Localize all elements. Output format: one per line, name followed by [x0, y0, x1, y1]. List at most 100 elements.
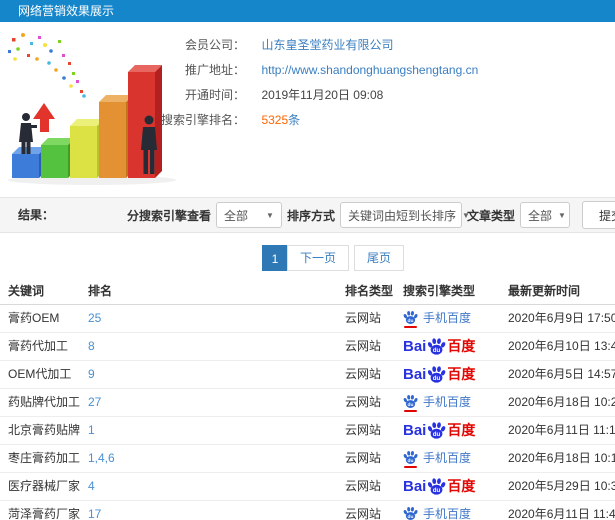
keyword-cell: OEM代加工 — [8, 367, 72, 381]
article-type-value: 全部 — [527, 208, 552, 223]
rank-cell[interactable]: 8 — [88, 333, 95, 360]
baidu-paw-icon: du — [403, 394, 418, 412]
pagination-next-button[interactable]: 下一页 — [287, 245, 350, 271]
keyword-cell: 膏药代加工 — [8, 339, 69, 353]
header-rank-type: 排名类型 — [345, 284, 394, 298]
engine-cell: du 手机百度 Bai du 百度 — [403, 417, 475, 444]
pagination-current-page[interactable]: 1 — [262, 245, 288, 271]
sort-filter-select[interactable]: 关键词由短到长排序 ▼ — [339, 202, 470, 228]
submit-button[interactable]: 提交 — [581, 201, 615, 229]
baidu-logo: Bai du 百度 — [403, 417, 475, 444]
baidu-logo-latin: Bai — [403, 478, 427, 495]
baidu-paw-icon: du — [428, 422, 446, 439]
open-time-label: 开通时间： — [184, 88, 245, 102]
keyword-cell: 北京膏药贴牌 — [8, 423, 81, 437]
promo-url-link[interactable]: http://www.shandonghuangshengtang.cn — [261, 63, 478, 77]
sort-filter-value: 关键词由短到长排序 — [347, 208, 456, 223]
table-row: 枣庄膏药加工 1,4,6 云网站 du 手机百度 2020年6月18日 10:1… — [0, 445, 615, 473]
rank-type-cell: 云网站 — [345, 367, 382, 381]
baidu-paw-icon: du — [428, 478, 446, 495]
company-link[interactable]: 山东皇圣堂药业有限公司 — [261, 38, 393, 52]
mobile-baidu-logo: du 手机百度 — [403, 389, 471, 416]
rank-count-row: 搜索引擎排名： 5325条 — [150, 107, 615, 132]
pagination: 1 下一页 尾页 — [262, 245, 405, 271]
rank-type-cell: 云网站 — [345, 451, 382, 465]
header-keyword: 关键词 — [8, 284, 45, 298]
keyword-cell: 枣庄膏药加工 — [8, 451, 81, 465]
mobile-baidu-label: 手机百度 — [423, 395, 472, 409]
table-header-row: 关键词 排名 排名类型 搜索引擎类型 最新更新时间 — [0, 278, 615, 305]
baidu-logo-latin: Bai — [403, 338, 427, 355]
time-cell: 2020年6月10日 13:40 — [508, 339, 615, 353]
chevron-down-icon: ▼ — [558, 210, 566, 220]
mobile-baidu-logo: du 手机百度 — [403, 445, 471, 472]
rank-count-value: 5325条 — [261, 113, 300, 127]
rank-cell[interactable]: 27 — [88, 389, 101, 416]
rank-cell[interactable]: 17 — [88, 501, 101, 520]
time-cell: 2020年6月5日 14:57 — [508, 367, 615, 381]
header-engine-type: 搜索引擎类型 — [403, 284, 476, 298]
baidu-paw-icon: du — [403, 310, 418, 328]
promo-url-label: 推广地址： — [184, 63, 245, 77]
table-row: 药贴牌代加工 27 云网站 du 手机百度 2020年6月18日 10:25 — [0, 389, 615, 417]
baidu-paw-icon: du — [428, 366, 446, 383]
pagination-last-button[interactable]: 尾页 — [354, 245, 405, 271]
open-time-value: 2019年11月20日 09:08 — [261, 88, 384, 102]
keyword-ranking-table: 关键词 排名 排名类型 搜索引擎类型 最新更新时间 膏药OEM 25 云网站 d… — [0, 278, 615, 520]
baidu-logo-latin: Bai — [403, 366, 427, 383]
engine-cell: du 手机百度 Bai du 百度 — [403, 361, 475, 388]
mobile-baidu-label: 手机百度 — [423, 507, 472, 520]
result-label: 结果： — [18, 208, 55, 222]
rank-cell[interactable]: 9 — [88, 361, 95, 388]
company-row: 会员公司： 山东皇圣堂药业有限公司 — [150, 32, 615, 57]
table-row: 膏药OEM 25 云网站 du 手机百度 B — [0, 305, 615, 333]
rank-type-cell: 云网站 — [345, 311, 382, 325]
keyword-cell: 菏泽膏药厂家 — [8, 507, 81, 520]
engine-cell: du 手机百度 Bai du 百度 — [403, 445, 471, 472]
rank-cell[interactable]: 1,4,6 — [88, 445, 115, 472]
article-type-label: 文章类型 — [466, 208, 515, 223]
baidu-red-underline — [404, 325, 417, 328]
mobile-baidu-logo: du 手机百度 — [403, 501, 471, 520]
rank-cell[interactable]: 1 — [88, 417, 95, 444]
baidu-logo-latin: Bai — [403, 422, 427, 439]
svg-text:du: du — [408, 457, 414, 463]
engine-filter-value: 全部 — [223, 208, 248, 223]
time-cell: 2020年6月9日 17:50 — [508, 311, 615, 325]
keyword-cell: 医疗器械厂家 — [8, 479, 81, 493]
keyword-cell: 药贴牌代加工 — [8, 395, 81, 409]
filter-bar: 结果： 分搜索引擎查看 全部 ▼ 排序方式 关键词由短到长排序 ▼ 文章类型 全… — [0, 197, 615, 233]
rank-count-label: 搜索引擎排名： — [160, 113, 245, 127]
mobile-baidu-label: 手机百度 — [423, 451, 472, 465]
engine-cell: du 手机百度 Bai du 百度 — [403, 473, 475, 500]
mobile-baidu-label: 手机百度 — [423, 311, 472, 325]
filter-controls: 分搜索引擎查看 全部 ▼ 排序方式 关键词由短到长排序 ▼ 文章类型 全部 ▼ … — [122, 201, 615, 229]
promo-url-row: 推广地址： http://www.shandonghuangshengtang.… — [150, 57, 615, 82]
mobile-baidu-logo: du 手机百度 — [403, 305, 471, 332]
chevron-down-icon: ▼ — [266, 210, 274, 220]
rank-type-cell: 云网站 — [345, 479, 382, 493]
time-cell: 2020年6月18日 10:19 — [508, 451, 615, 465]
page-header-bar: 网络营销效果展示 — [0, 0, 615, 22]
engine-filter-label: 分搜索引擎查看 — [126, 208, 211, 223]
rank-type-cell: 云网站 — [345, 423, 382, 437]
table-row: 医疗器械厂家 4 云网站 du 手机百度 B — [0, 473, 615, 501]
time-cell: 2020年6月18日 10:25 — [508, 395, 615, 409]
header-update-time: 最新更新时间 — [508, 284, 581, 298]
engine-filter-select[interactable]: 全部 ▼ — [215, 202, 282, 228]
rank-type-cell: 云网站 — [345, 395, 382, 409]
svg-text:du: du — [433, 375, 441, 382]
rank-type-cell: 云网站 — [345, 339, 382, 353]
article-type-select[interactable]: 全部 ▼ — [519, 202, 570, 228]
baidu-logo-cn: 百度 — [447, 338, 476, 354]
table-row: 北京膏药贴牌 1 云网站 du 手机百度 B — [0, 417, 615, 445]
baidu-red-underline — [404, 465, 417, 468]
table-row: 膏药代加工 8 云网站 du 手机百度 Ba — [0, 333, 615, 361]
rank-cell[interactable]: 25 — [88, 305, 101, 332]
baidu-paw-icon: du — [428, 338, 446, 355]
marketing-results-page: 网络营销效果展示 会员公司： 山东皇圣堂药业有限公司 推广地址： http://… — [0, 0, 615, 520]
time-cell: 2020年6月11日 11:40 — [508, 507, 615, 520]
rank-cell[interactable]: 4 — [88, 473, 95, 500]
rank-type-cell: 云网站 — [345, 507, 382, 520]
engine-cell: du 手机百度 Bai du 百度 — [403, 389, 471, 416]
